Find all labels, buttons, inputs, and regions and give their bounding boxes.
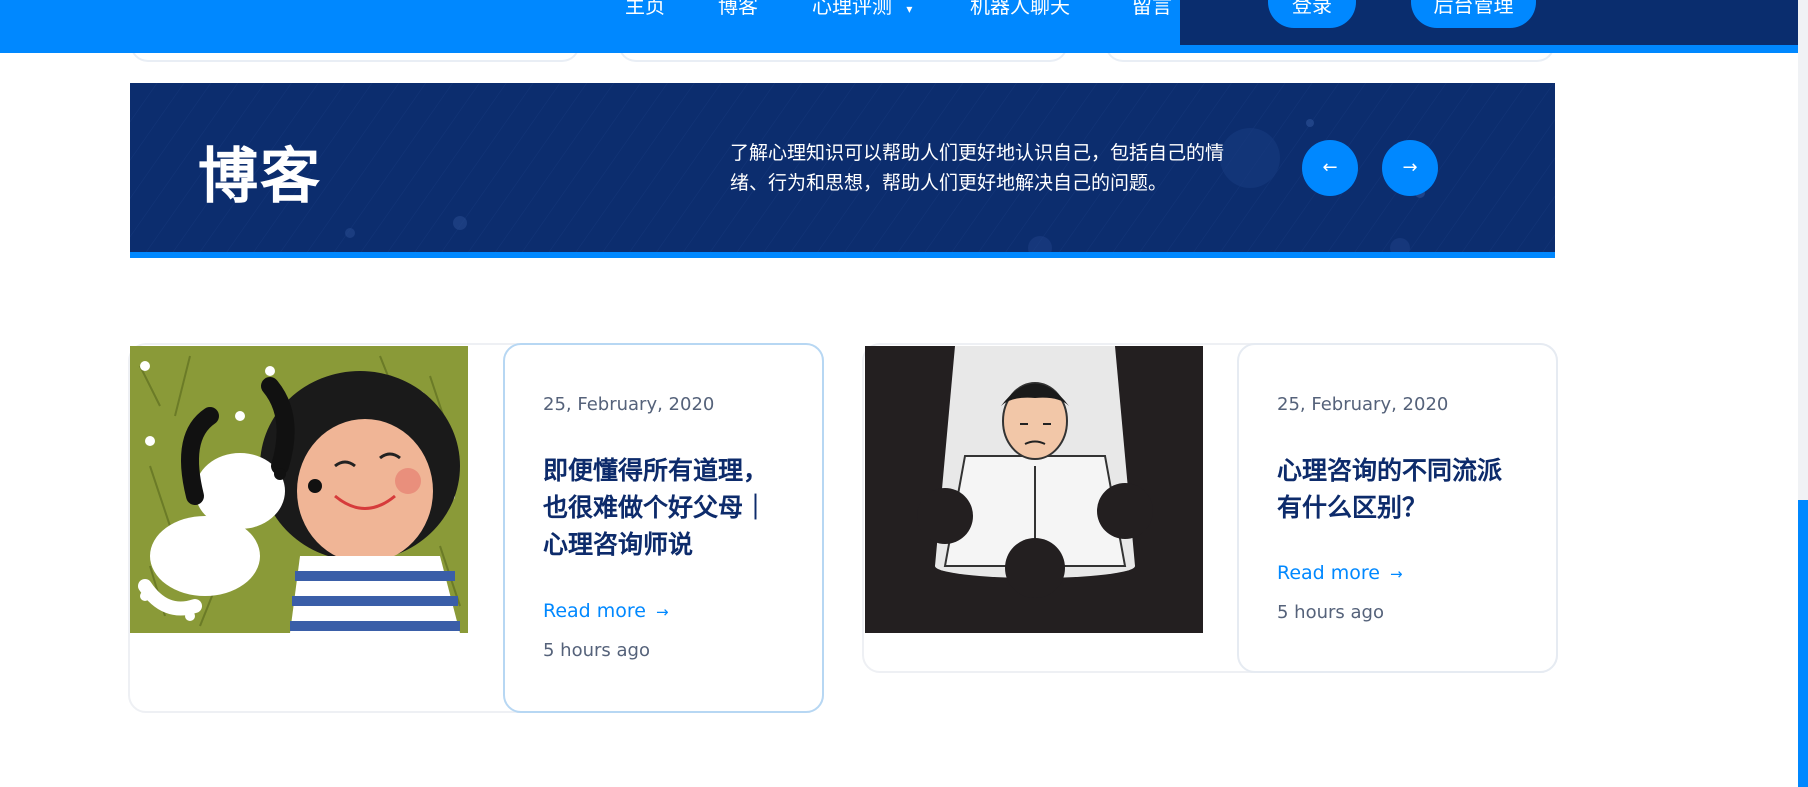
read-more-label: Read more: [1277, 562, 1380, 584]
chevron-down-icon: ▾: [906, 2, 913, 16]
admin-button[interactable]: 后台管理: [1411, 0, 1536, 28]
read-more-label: Read more: [543, 600, 646, 622]
arrow-left-icon: ←: [1322, 157, 1338, 178]
post-title[interactable]: 心理咨询的不同流派有什么区别？: [1277, 452, 1517, 526]
post-timestamp: 5 hours ago: [1277, 602, 1384, 623]
nav-chatbot[interactable]: 机器人聊天: [970, 0, 1070, 19]
prev-button[interactable]: ←: [1302, 140, 1358, 196]
banner-accent-bar: [130, 252, 1555, 258]
page-title: 博客: [198, 142, 322, 212]
post-timestamp: 5 hours ago: [543, 640, 650, 661]
dog-and-girl-illustration: [130, 346, 468, 633]
arrow-right-icon: →: [656, 603, 669, 621]
arrow-right-icon: →: [1390, 565, 1403, 583]
post-thumbnail[interactable]: [865, 346, 1203, 633]
read-more-link[interactable]: Read more →: [543, 600, 669, 622]
post-thumbnail[interactable]: [130, 346, 468, 633]
banner-description: 了解心理知识可以帮助人们更好地认识自己，包括自己的情绪、行为和思想，帮助人们更好…: [730, 142, 1225, 194]
post-date: 25, February, 2020: [1277, 394, 1449, 415]
post-date: 25, February, 2020: [543, 394, 715, 415]
scrollbar-thumb[interactable]: [1798, 500, 1808, 787]
man-under-spotlight-illustration: [865, 346, 1203, 633]
read-more-link[interactable]: Read more →: [1277, 562, 1403, 584]
nav-assessment-label: 心理评测: [812, 0, 892, 18]
next-button[interactable]: →: [1382, 140, 1438, 196]
post-title[interactable]: 即便懂得所有道理，也很难做个好父母｜心理咨询师说: [543, 452, 783, 563]
nav-home[interactable]: 主页: [625, 0, 665, 19]
nav-message[interactable]: 留言: [1132, 0, 1172, 19]
login-button[interactable]: 登录: [1268, 0, 1356, 28]
nav-assessment[interactable]: 心理评测 ▾: [812, 0, 912, 19]
arrow-right-icon: →: [1402, 157, 1418, 178]
nav-blog[interactable]: 博客: [718, 0, 758, 19]
